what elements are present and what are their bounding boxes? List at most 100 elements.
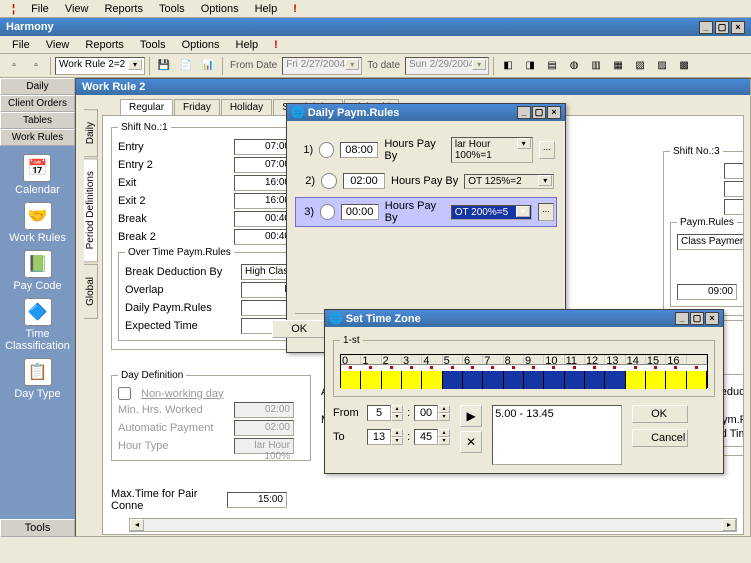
tool-c4[interactable]: ◍ [564, 56, 584, 76]
tool-c1[interactable]: ◧ [498, 56, 518, 76]
from-min[interactable]: 00 [414, 405, 438, 421]
tool-c2[interactable]: ◨ [520, 56, 540, 76]
menu-options-2[interactable]: Options [174, 37, 228, 53]
sidebar-icon-paycode[interactable]: 📗Pay Code [13, 250, 61, 292]
timeline-seg-11[interactable] [565, 371, 585, 389]
clock-icon[interactable] [319, 142, 334, 158]
tz-list[interactable]: 5.00 - 13.45 [492, 405, 622, 465]
shift3-expected[interactable]: 09:00 [677, 284, 737, 300]
sidebar-clientorders[interactable]: Client Orders [0, 95, 75, 112]
shift1-value-4[interactable]: 00:40 [234, 211, 294, 227]
to-h-up[interactable]: ▴ [391, 429, 403, 437]
timeline-seg-8[interactable] [504, 371, 524, 389]
timeline-seg-5[interactable] [443, 371, 463, 389]
menu-view[interactable]: View [57, 1, 97, 17]
tz-close[interactable]: × [705, 312, 719, 325]
from-m-dn[interactable]: ▾ [438, 413, 450, 421]
shift1-value-5[interactable]: 00:40 [234, 229, 294, 245]
tool-c6[interactable]: ▦ [608, 56, 628, 76]
tool-c8[interactable]: ▨ [652, 56, 672, 76]
menu-view-2[interactable]: View [38, 37, 78, 53]
minimize-button[interactable]: _ [699, 21, 713, 34]
paym-close[interactable]: × [547, 106, 561, 119]
sidebar-daily[interactable]: Daily [0, 78, 75, 95]
tab-friday[interactable]: Friday [174, 99, 220, 115]
to-hour[interactable]: 13 [367, 429, 391, 445]
timeline-seg-10[interactable] [544, 371, 564, 389]
paym-titlebar[interactable]: 🌐 Daily Paym.Rules _ ▢ × [287, 104, 565, 121]
sidebar-icon-workrules[interactable]: 🤝Work Rules [9, 202, 66, 244]
todate-input[interactable]: Sun 2/29/2004 [405, 57, 489, 75]
to-m-up[interactable]: ▴ [438, 429, 450, 437]
paym-combo-1[interactable]: OT 125%=2 [464, 174, 554, 189]
tool-c3[interactable]: ▤ [542, 56, 562, 76]
timeline-seg-16[interactable] [666, 371, 686, 389]
nonworking-checkbox[interactable] [118, 387, 131, 400]
paym-ok[interactable]: OK [272, 320, 326, 338]
tz-remove-button[interactable]: ✕ [460, 431, 482, 453]
shift3-value-2[interactable]: 00:40 [724, 199, 744, 215]
shift3-value-1[interactable]: 07:00 [724, 181, 744, 197]
h-scrollbar[interactable]: ◂▸ [129, 518, 737, 532]
menu-tools[interactable]: Tools [151, 1, 193, 17]
shift1-value-1[interactable]: 07:00 [234, 157, 294, 173]
timeline-seg-12[interactable] [585, 371, 605, 389]
fromdate-input[interactable]: Fri 2/27/2004 [282, 57, 362, 75]
to-m-dn[interactable]: ▾ [438, 437, 450, 445]
paym-combo-0[interactable]: lar Hour 100%=1 [451, 137, 533, 163]
clock-icon[interactable] [321, 173, 337, 189]
tz-cancel[interactable]: Cancel [632, 429, 688, 447]
tool-b1[interactable]: 📄 [176, 56, 196, 76]
timeline-seg-13[interactable] [605, 371, 625, 389]
timeline[interactable]: 012345678910111213141516 [340, 354, 708, 388]
paym-time-2[interactable]: 00:00 [341, 204, 379, 220]
from-m-up[interactable]: ▴ [438, 405, 450, 413]
menu-tools-2[interactable]: Tools [132, 37, 174, 53]
tool-new[interactable]: ▫ [4, 56, 24, 76]
tool-b2[interactable]: 📊 [198, 56, 218, 76]
timeline-seg-15[interactable] [646, 371, 666, 389]
tz-ok[interactable]: OK [632, 405, 688, 423]
paym-combo-2[interactable]: OT 200%=5 [451, 205, 532, 220]
menu-file[interactable]: File [23, 1, 57, 17]
close-button[interactable]: × [731, 21, 745, 34]
shift1-value-0[interactable]: 07:00 [234, 139, 294, 155]
timeline-seg-14[interactable] [626, 371, 646, 389]
tab-regular[interactable]: Regular [120, 99, 173, 115]
shift1-value-3[interactable]: 16:00 [234, 193, 294, 209]
shift3-value-0[interactable]: 22:00 [724, 163, 744, 179]
maxpair-value[interactable]: 15:00 [227, 492, 287, 508]
tz-min[interactable]: _ [675, 312, 689, 325]
tz-add-button[interactable]: ▶ [460, 405, 482, 427]
maximize-button[interactable]: ▢ [715, 21, 729, 34]
timeline-seg-6[interactable] [463, 371, 483, 389]
timeline-seg-2[interactable] [382, 371, 402, 389]
menu-help-2[interactable]: Help [228, 37, 267, 53]
vtab-daily[interactable]: Daily [84, 109, 98, 157]
from-h-up[interactable]: ▴ [391, 405, 403, 413]
tz-titlebar[interactable]: 🌐 Set Time Zone _ ▢ × [325, 310, 723, 327]
tab-holiday[interactable]: Holiday [221, 99, 272, 115]
tool-c5[interactable]: ▥ [586, 56, 606, 76]
menu-file-2[interactable]: File [4, 37, 38, 53]
sidebar-icon-daytype[interactable]: 📋Day Type [14, 358, 60, 400]
sidebar-workrules[interactable]: Work Rules [0, 129, 75, 146]
timeline-seg-17[interactable] [687, 371, 707, 389]
timeline-seg-9[interactable] [524, 371, 544, 389]
sidebar-tables[interactable]: Tables [0, 112, 75, 129]
timeline-seg-3[interactable] [402, 371, 422, 389]
class-payment[interactable]: Class Payment [677, 234, 744, 250]
menu-reports[interactable]: Reports [96, 1, 151, 17]
paym-max[interactable]: ▢ [532, 106, 546, 119]
tool-c9[interactable]: ▩ [674, 56, 694, 76]
clock-icon[interactable] [320, 204, 334, 220]
timeline-seg-7[interactable] [483, 371, 503, 389]
paym-time-1[interactable]: 02:00 [343, 173, 385, 189]
tool-save[interactable]: 💾 [154, 56, 174, 76]
shift1-value-2[interactable]: 16:00 [234, 175, 294, 191]
sidebar-icon-calendar[interactable]: 📅Calendar [15, 154, 60, 196]
workrule-combo[interactable]: Work Rule 2=2 [55, 57, 145, 75]
menu-help[interactable]: Help [247, 1, 286, 17]
menu-reports-2[interactable]: Reports [77, 37, 132, 53]
timeline-seg-1[interactable] [361, 371, 381, 389]
